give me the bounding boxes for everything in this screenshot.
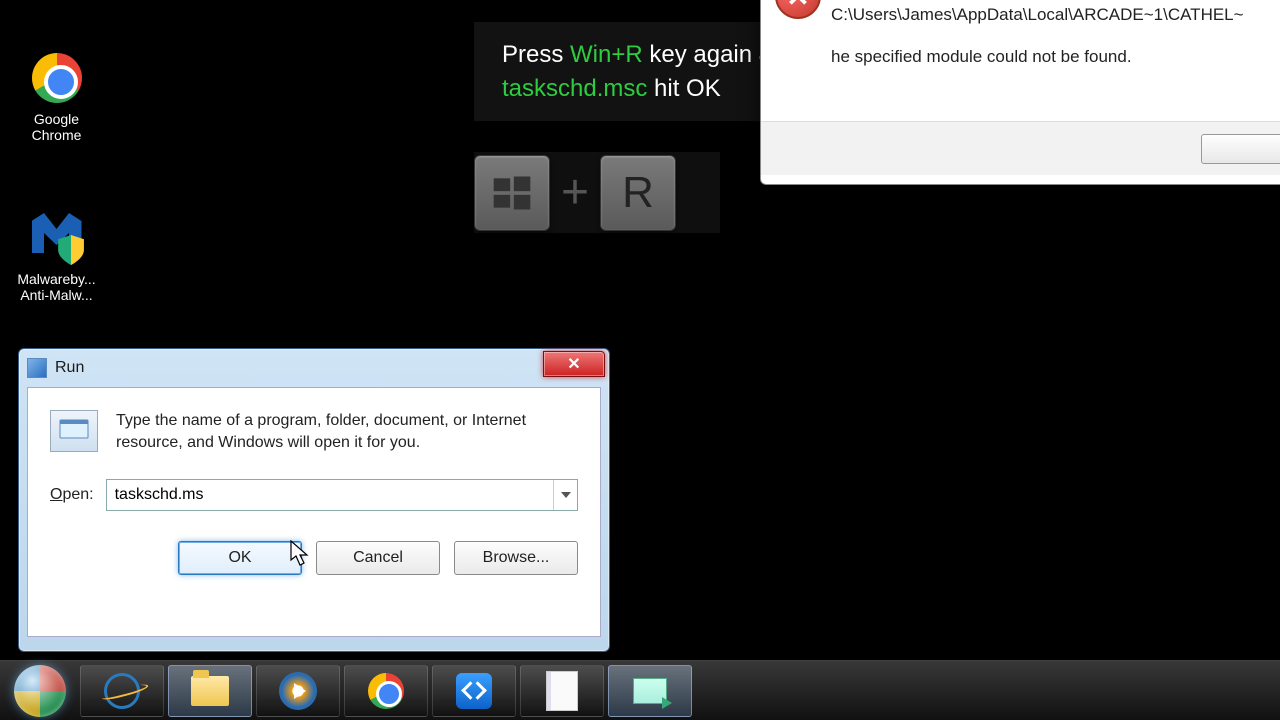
open-combobox[interactable] [106, 479, 578, 511]
chevron-down-icon[interactable] [553, 480, 577, 510]
run-title: Run [55, 359, 84, 377]
start-button[interactable] [4, 663, 76, 719]
error-message: he specified module could not be found. [831, 47, 1280, 67]
plus-icon: + [550, 165, 600, 220]
windows-logo-icon [14, 665, 66, 717]
taskbar-item-notepad[interactable] [520, 665, 604, 717]
taskbar-item-run[interactable] [608, 665, 692, 717]
cancel-button[interactable]: Cancel [316, 541, 440, 575]
r-key-icon: R [600, 155, 676, 231]
chrome-icon [368, 673, 404, 709]
desktop-icon-label: Google Chrome [14, 111, 99, 143]
desktop-icon-malwarebytes[interactable]: Malwareby... Anti-Malw... [14, 210, 99, 303]
run-program-icon [50, 410, 98, 452]
taskbar-item-ie[interactable] [80, 665, 164, 717]
browse-button[interactable]: Browse... [454, 541, 578, 575]
run-titlebar[interactable]: Run ✕ [19, 349, 609, 387]
desktop-icon-label: Malwareby... Anti-Malw... [14, 271, 99, 303]
run-description: Type the name of a program, folder, docu… [116, 410, 578, 455]
desktop-icon-chrome[interactable]: Google Chrome [14, 50, 99, 143]
open-label: Open: [50, 486, 94, 504]
win-key-icon [474, 155, 550, 231]
taskbar [0, 660, 1280, 720]
teamviewer-icon [456, 673, 492, 709]
chrome-icon [29, 50, 85, 106]
folder-icon [191, 676, 229, 706]
run-title-icon [27, 358, 47, 378]
close-button[interactable]: ✕ [543, 351, 605, 377]
taskbar-item-wmp[interactable] [256, 665, 340, 717]
key-combo-graphic: + R [474, 152, 720, 233]
ok-button[interactable]: OK [178, 541, 302, 575]
error-path: C:\Users\James\AppData\Local\ARCADE~1\CA… [831, 5, 1280, 25]
taskbar-item-explorer[interactable] [168, 665, 252, 717]
notepad-icon [546, 671, 578, 711]
taskbar-item-chrome[interactable] [344, 665, 428, 717]
taskbar-item-teamviewer[interactable] [432, 665, 516, 717]
run-icon [633, 678, 667, 704]
malwarebytes-icon [29, 210, 85, 266]
run-dialog: Run ✕ Type the name of a program, folder… [18, 348, 610, 652]
error-ok-button[interactable] [1201, 134, 1280, 164]
open-input[interactable] [107, 482, 553, 508]
media-player-icon [279, 672, 317, 710]
ie-icon [104, 673, 140, 709]
error-dialog: ✕ C:\Users\James\AppData\Local\ARCADE~1\… [760, 0, 1280, 185]
error-icon: ✕ [775, 0, 821, 19]
